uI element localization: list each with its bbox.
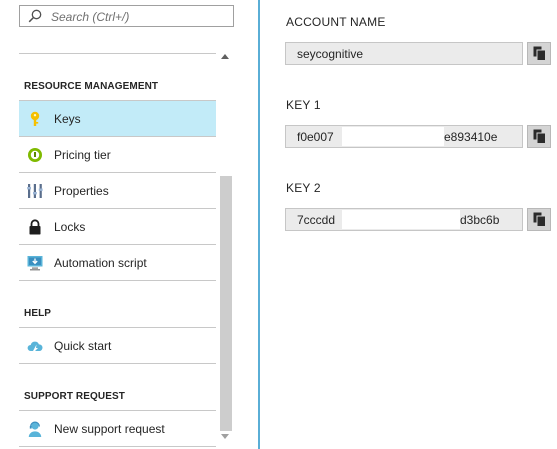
copy-account-name-button[interactable] bbox=[527, 42, 551, 65]
copy-icon bbox=[533, 129, 546, 144]
account-name-label: ACCOUNT NAME bbox=[286, 15, 386, 29]
account-name-field[interactable]: seycognitive bbox=[285, 42, 523, 65]
pricing-tier-icon bbox=[28, 148, 42, 162]
menu-item-properties[interactable]: Properties bbox=[19, 173, 216, 209]
key2-field[interactable]: 7cccdd d3bc6b bbox=[285, 208, 523, 231]
key1-value-start: f0e007 bbox=[297, 130, 334, 144]
cloud-icon bbox=[27, 341, 43, 351]
menu-item-keys[interactable]: Keys bbox=[19, 101, 216, 137]
account-name-value: seycognitive bbox=[297, 47, 364, 61]
menu-item-pricing-tier[interactable]: Pricing tier bbox=[19, 137, 216, 173]
key2-value-start: 7cccdd bbox=[297, 213, 336, 227]
scrollbar-thumb[interactable] bbox=[220, 176, 232, 431]
key1-redaction bbox=[342, 127, 444, 146]
menu-scrollbar[interactable] bbox=[217, 46, 233, 447]
support-person-icon bbox=[28, 421, 42, 437]
properties-icon bbox=[27, 184, 43, 198]
scroll-down-arrow-icon[interactable] bbox=[221, 434, 229, 439]
copy-key1-button[interactable] bbox=[527, 125, 551, 148]
key-icon bbox=[30, 111, 40, 126]
copy-key2-button[interactable] bbox=[527, 208, 551, 231]
scroll-up-arrow-icon[interactable] bbox=[221, 54, 229, 59]
key1-field[interactable]: f0e007 e893410e bbox=[285, 125, 523, 148]
section-header-resource-management: RESOURCE MANAGEMENT bbox=[19, 54, 216, 101]
key2-redaction bbox=[342, 210, 460, 229]
search-box[interactable]: Search (Ctrl+/) bbox=[19, 5, 234, 27]
search-icon bbox=[28, 9, 42, 23]
key1-value-end: e893410e bbox=[444, 130, 498, 144]
menu-item-label: Pricing tier bbox=[54, 148, 111, 162]
menu-item-locks[interactable]: Locks bbox=[19, 209, 216, 245]
key2-value-end: d3bc6b bbox=[460, 213, 500, 227]
section-header-help: HELP bbox=[19, 281, 216, 328]
menu-item-label: New support request bbox=[54, 422, 165, 436]
resource-menu-blade: Search (Ctrl+/) RESOURCE MANAGEMENT Keys… bbox=[0, 0, 258, 449]
key2-label: KEY 2 bbox=[286, 181, 321, 195]
menu-item-new-support-request[interactable]: New support request bbox=[19, 411, 216, 447]
menu-item-label: Quick start bbox=[54, 339, 112, 353]
resource-menu: RESOURCE MANAGEMENT Keys Pricing tier Pr… bbox=[19, 54, 216, 447]
search-placeholder: Search (Ctrl+/) bbox=[51, 10, 130, 24]
automation-script-icon bbox=[27, 256, 43, 271]
section-header-support-request: SUPPORT REQUEST bbox=[19, 364, 216, 411]
access-keys-panel: ACCOUNT NAME seycognitive KEY 1 f0e007 e… bbox=[260, 0, 557, 449]
copy-icon bbox=[533, 46, 546, 61]
menu-item-label: Keys bbox=[54, 112, 81, 126]
copy-icon bbox=[533, 212, 546, 227]
menu-item-quick-start[interactable]: Quick start bbox=[19, 328, 216, 364]
menu-item-automation-script[interactable]: Automation script bbox=[19, 245, 216, 281]
key1-label: KEY 1 bbox=[286, 98, 321, 112]
menu-item-label: Locks bbox=[54, 220, 86, 234]
menu-item-label: Properties bbox=[54, 184, 109, 198]
menu-item-label: Automation script bbox=[54, 256, 147, 270]
lock-icon bbox=[29, 219, 41, 235]
